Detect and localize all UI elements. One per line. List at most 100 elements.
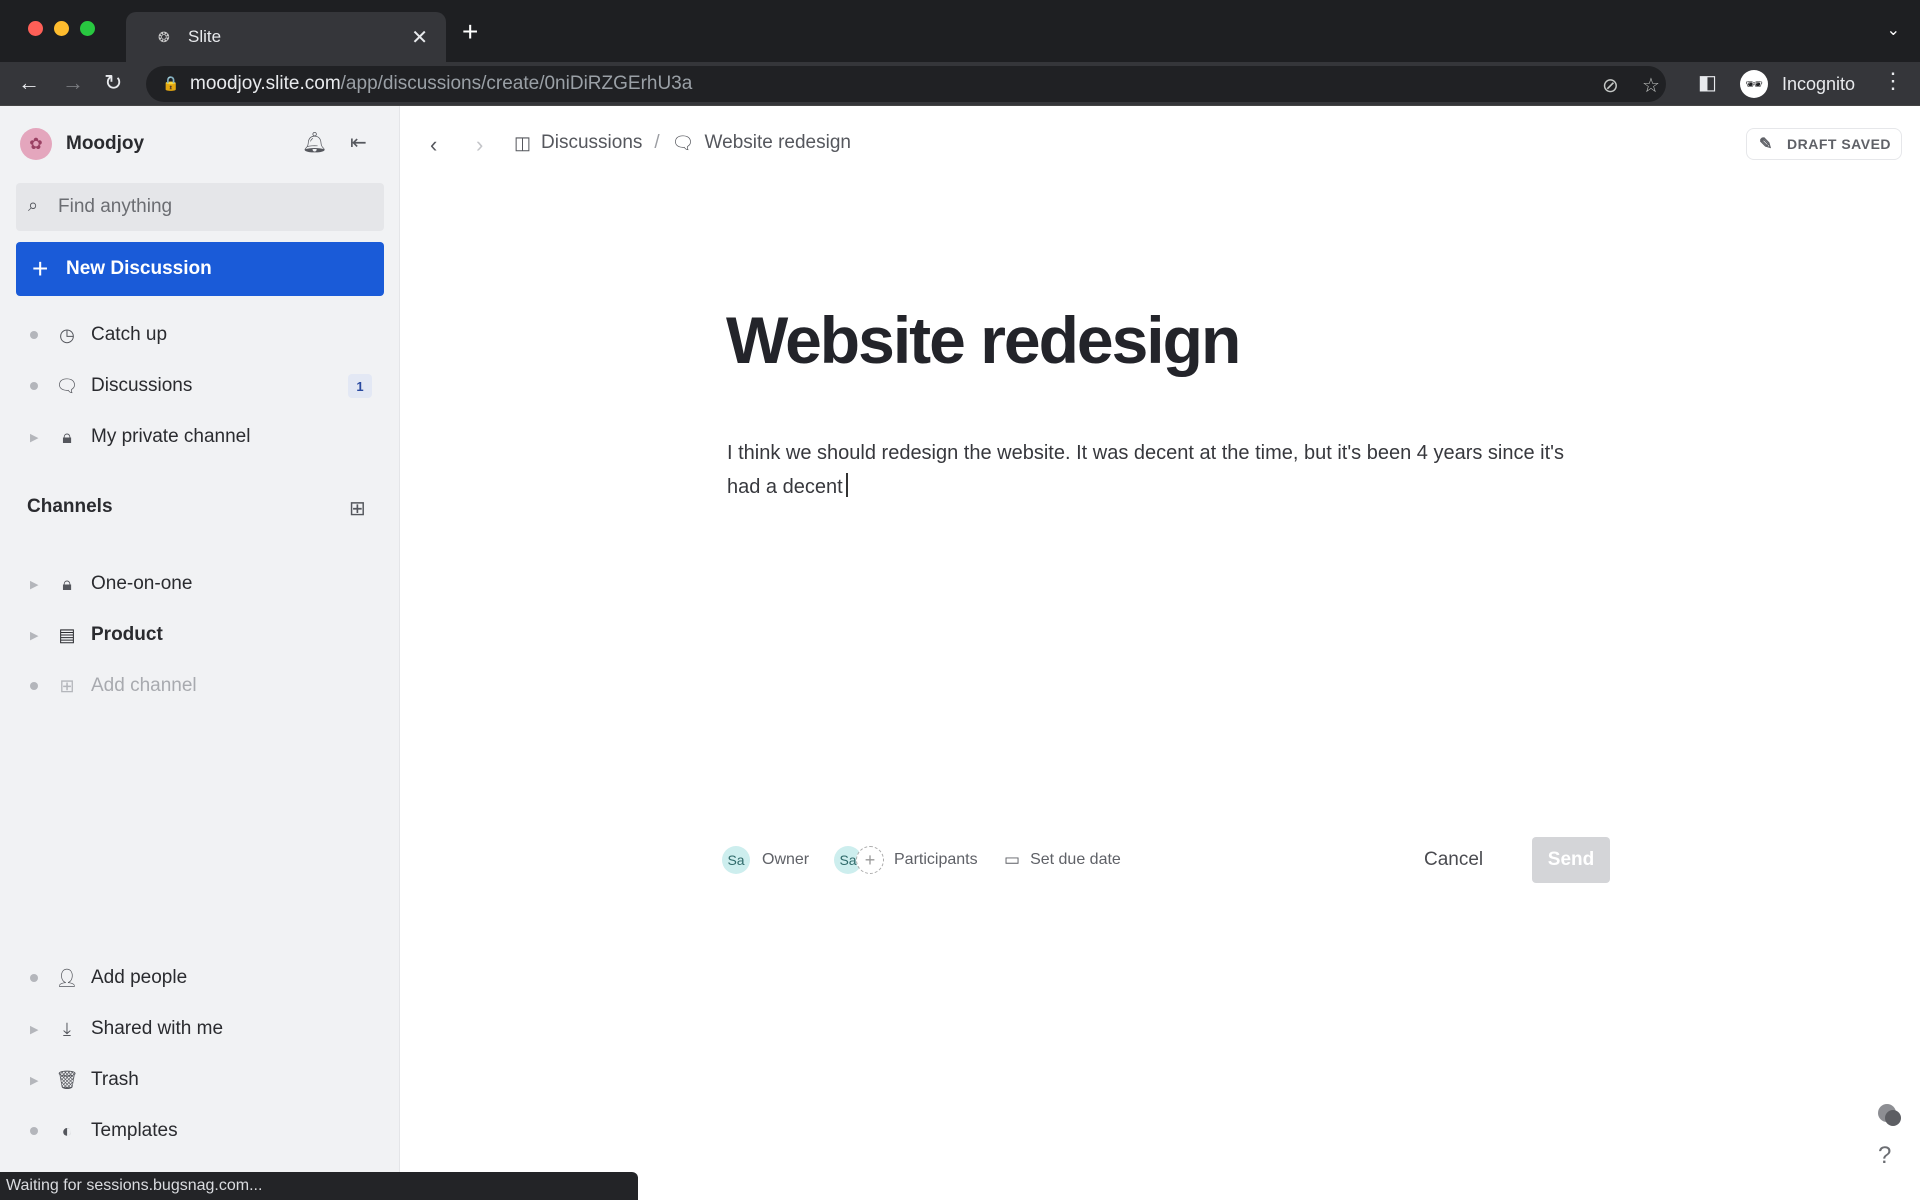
sidebar-item-label: Catch up — [91, 324, 168, 345]
bullet-icon — [30, 1127, 38, 1135]
notifications-bell-icon[interactable]: 🔔︎ — [302, 130, 327, 155]
sidebar-item-trash[interactable]: ▶ 🗑︎ Trash — [0, 1058, 400, 1102]
browser-tab[interactable]: ❂ Slite ✕ — [126, 12, 446, 62]
expand-caret-icon[interactable]: ▶ — [30, 1023, 38, 1036]
bullet-icon — [30, 682, 38, 690]
add-person-icon: 👤︎ — [55, 967, 79, 988]
discussion-title-input[interactable]: Website redesign — [726, 302, 1241, 378]
minimize-window-button[interactable] — [54, 21, 69, 36]
new-tab-button[interactable]: + — [462, 16, 478, 48]
inbox-icon: ⤓ — [63, 1018, 71, 1039]
sidebar-item-my-private-channel[interactable]: ▶ 🔒︎ My private channel — [0, 415, 400, 459]
tab-title: Slite — [188, 27, 222, 46]
help-icon[interactable]: ? — [1878, 1142, 1891, 1170]
bullet-icon — [30, 974, 38, 982]
side-panel-icon[interactable]: ◧ — [1698, 70, 1717, 95]
history-forward-icon[interactable]: › — [476, 132, 483, 158]
search-placeholder: Find anything — [58, 196, 173, 217]
expand-caret-icon[interactable]: ▶ — [30, 1074, 38, 1087]
back-icon[interactable]: ← — [18, 70, 40, 96]
edit-chat-icon: ✎ — [1759, 136, 1773, 153]
breadcrumb-discussions[interactable]: Discussions — [541, 132, 642, 154]
channels-heading: Channels — [27, 496, 113, 517]
owner-label: Owner — [762, 851, 810, 868]
expand-caret-icon[interactable]: ▶ — [30, 629, 38, 642]
sidebar: ✿ Moodjoy 🔔︎ ⇤ ⌕ Find anything + New Dis… — [0, 106, 400, 1200]
draft-saved-badge: ✎ DRAFT SAVED — [1746, 128, 1902, 160]
presence-icon-secondary — [1885, 1110, 1901, 1126]
participants-selector[interactable]: Sa + Participants — [834, 843, 978, 877]
bullet-icon — [30, 331, 38, 339]
sidebar-item-label: My private channel — [91, 426, 251, 447]
cancel-button[interactable]: Cancel — [1424, 843, 1483, 877]
browser-toolbar: ← → ↻ 🔒 moodjoy.slite.com/app/discussion… — [0, 62, 1920, 106]
sidebar-item-label: Discussions — [91, 375, 193, 396]
owner-avatar: Sa — [722, 846, 750, 874]
add-channel-icon[interactable]: ⊞ — [349, 496, 366, 521]
incognito-badge[interactable]: 🕶 Incognito — [1736, 66, 1868, 102]
calendar-icon: ▭ — [1004, 850, 1021, 869]
collapse-sidebar-icon[interactable]: ⇤ — [350, 130, 367, 155]
sidebar-item-label: Trash — [91, 1069, 139, 1090]
sidebar-item-add-people[interactable]: 👤︎ Add people — [0, 956, 400, 1000]
expand-caret-icon[interactable]: ▶ — [30, 431, 38, 444]
channel-icon: ▤ — [58, 624, 76, 645]
due-date-selector[interactable]: ▭ Set due date — [1004, 843, 1121, 877]
chat-icon: 🗨︎ — [55, 375, 79, 396]
clock-icon: ◷ — [59, 324, 75, 345]
eye-off-icon[interactable]: ⊘ — [1602, 73, 1619, 98]
sidebar-item-discussions[interactable]: 🗨︎ Discussions 1 — [0, 364, 400, 408]
bullet-icon — [30, 382, 38, 390]
history-back-icon[interactable]: ‹ — [430, 132, 437, 158]
sidebar-item-label: Add channel — [91, 675, 197, 696]
maximize-window-button[interactable] — [80, 21, 95, 36]
slite-favicon-icon: ❂ — [158, 29, 170, 45]
lock-icon: 🔒︎ — [62, 573, 72, 594]
sidebar-item-one-on-one[interactable]: ▶ 🔒︎ One-on-one — [0, 562, 400, 606]
browser-tab-strip: ❂ Slite ✕ + ⌄ — [0, 0, 1920, 62]
owner-selector[interactable]: Sa Owner — [722, 843, 809, 877]
lock-icon: 🔒 — [162, 75, 180, 91]
discussions-icon: ◫ — [514, 132, 532, 153]
browser-menu-icon[interactable]: ⋮ — [1882, 68, 1904, 94]
text-cursor — [845, 473, 848, 497]
close-window-button[interactable] — [28, 21, 43, 36]
draft-status-text: DRAFT SAVED — [1787, 136, 1892, 152]
trash-icon: 🗑︎ — [55, 1069, 79, 1090]
forward-icon[interactable]: → — [62, 70, 84, 96]
tab-search-chevron-icon[interactable]: ⌄ — [1887, 20, 1900, 40]
address-bar[interactable]: 🔒 moodjoy.slite.com/app/discussions/crea… — [146, 66, 1666, 102]
chat-icon: 🗨︎ — [671, 132, 695, 153]
incognito-icon: 🕶 — [1740, 70, 1768, 98]
url-path: /app/discussions/create/0niDiRZGErhU3a — [340, 73, 693, 94]
workspace-avatar: ✿ — [20, 128, 52, 160]
sidebar-item-product[interactable]: ▶ ▤ Product — [0, 613, 400, 657]
sidebar-item-label: Shared with me — [91, 1018, 224, 1039]
sidebar-item-label: Templates — [91, 1120, 178, 1141]
workspace-switcher[interactable]: ✿ Moodjoy — [20, 128, 144, 160]
sidebar-item-templates[interactable]: ◐ Templates — [0, 1109, 400, 1153]
add-channel-icon: ⊞ — [59, 675, 75, 696]
plus-icon: + — [32, 253, 49, 284]
add-participant-icon[interactable]: + — [856, 846, 884, 874]
sidebar-item-label: Product — [91, 624, 163, 645]
workspace-name: Moodjoy — [66, 133, 145, 154]
unread-badge: 1 — [348, 374, 372, 398]
sidebar-item-catch-up[interactable]: ◷ Catch up — [0, 313, 400, 357]
search-input[interactable]: ⌕ Find anything — [16, 183, 384, 231]
expand-caret-icon[interactable]: ▶ — [30, 578, 38, 591]
breadcrumb-separator: / — [654, 132, 660, 153]
reload-icon[interactable]: ↻ — [104, 70, 122, 96]
sidebar-item-shared-with-me[interactable]: ▶ ⤓ Shared with me — [0, 1007, 400, 1051]
send-button[interactable]: Send — [1532, 837, 1610, 883]
lock-icon: 🔒︎ — [62, 426, 72, 447]
url-host: moodjoy.slite.com — [190, 73, 341, 94]
discussion-body-editor[interactable]: I think we should redesign the website. … — [727, 436, 1567, 504]
new-discussion-button[interactable]: + New Discussion — [16, 242, 384, 296]
star-icon[interactable]: ☆ — [1642, 73, 1660, 98]
sidebar-item-label: One-on-one — [91, 573, 193, 594]
close-tab-icon[interactable]: ✕ — [411, 25, 428, 50]
search-icon: ⌕ — [28, 195, 39, 215]
sidebar-item-add-channel[interactable]: ⊞ Add channel — [0, 664, 400, 708]
sidebar-item-label: Add people — [91, 967, 188, 988]
